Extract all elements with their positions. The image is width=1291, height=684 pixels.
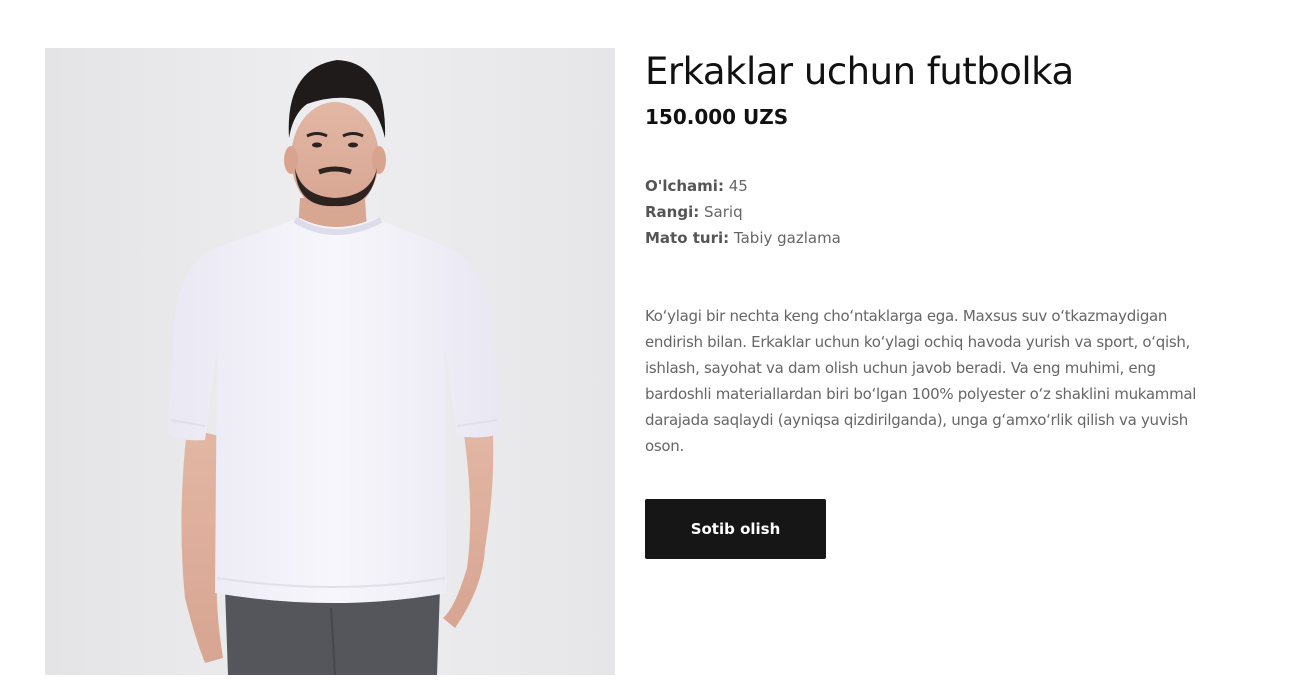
spec-color-label: Rangi:	[645, 203, 700, 221]
product-description: Koʻylagi bir nechta keng choʻntaklarga e…	[645, 307, 1197, 455]
spec-color-value: Sariq	[704, 203, 743, 221]
product-details: Erkaklar uchun futbolka 150.000 UZS O'lc…	[645, 48, 1215, 559]
spec-size-value: 45	[728, 177, 748, 195]
spec-size-label: O'lchami:	[645, 177, 724, 195]
product-page: Erkaklar uchun futbolka 150.000 UZS O'lc…	[0, 0, 1291, 684]
product-photo-illustration	[45, 48, 615, 675]
product-title: Erkaklar uchun futbolka	[645, 50, 1074, 93]
spec-fabric: Mato turi: Tabiy gazlama	[645, 225, 1215, 251]
product-price: 150.000 UZS	[645, 105, 789, 129]
buy-button[interactable]: Sotib olish	[645, 499, 826, 559]
spec-color: Rangi: Sariq	[645, 199, 1215, 225]
product-image	[45, 48, 615, 675]
product-specs: O'lchami: 45 Rangi: Sariq Mato turi: Tab…	[645, 173, 1215, 251]
spec-fabric-value: Tabiy gazlama	[733, 229, 841, 247]
spec-fabric-label: Mato turi:	[645, 229, 730, 247]
spec-size: O'lchami: 45	[645, 173, 1215, 199]
